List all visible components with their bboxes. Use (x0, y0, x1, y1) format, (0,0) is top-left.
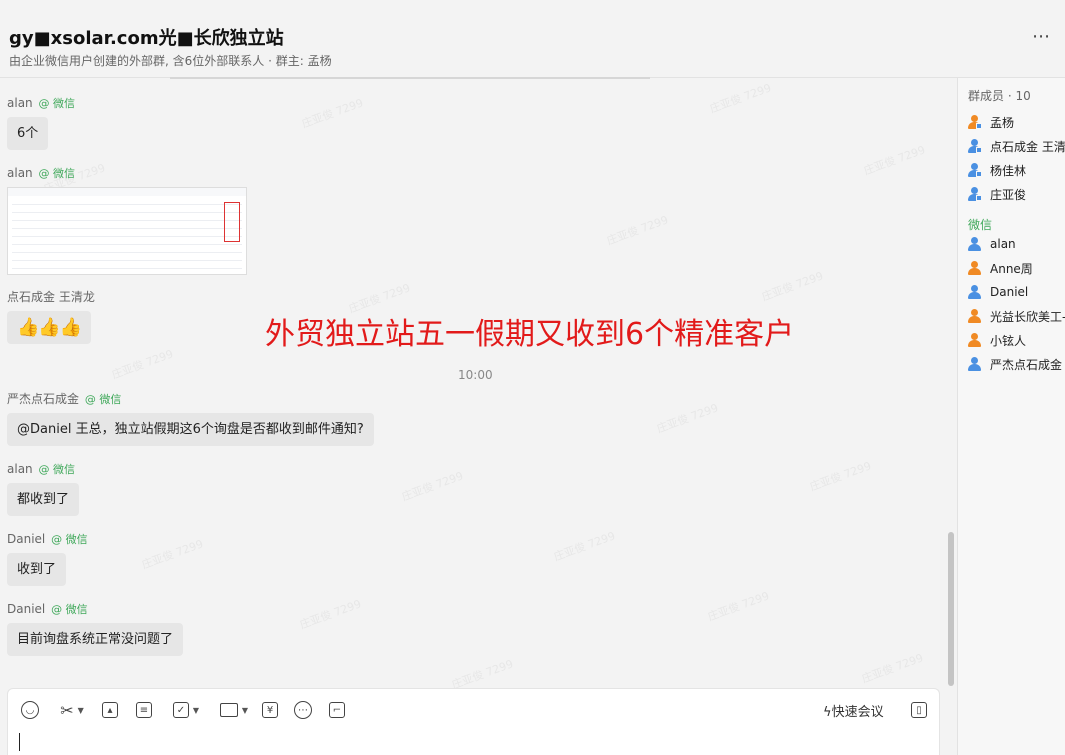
member-icon (968, 237, 982, 251)
message-sender[interactable]: 严杰点石成金 @ 微信 (7, 391, 374, 407)
group-title[interactable]: gy■xsolar.com光■长欣独立站 (9, 24, 284, 50)
member-item[interactable]: alan (968, 234, 1016, 254)
message-composer[interactable]: ◡ ✂ ▼ ▴ ≡ ✓ ▼ ▼ ¥ ⋯ ⌐ ϟ快速会议 ▯ (7, 688, 940, 755)
wechat-group-label: 微信 (968, 218, 993, 232)
lightning-icon: ϟ (823, 705, 832, 720)
member-item[interactable]: 严杰点石成金 (968, 354, 1062, 374)
message-item: alan @ 微信 都收到了 (7, 461, 80, 516)
wechat-tag: @ 微信 (38, 167, 75, 180)
folder-icon[interactable]: ▼ (214, 699, 254, 721)
member-item[interactable]: 小铉人 (968, 330, 1026, 350)
emoji-icon[interactable]: ◡ (20, 699, 40, 721)
message-sender[interactable]: alan @ 微信 (7, 95, 75, 111)
member-count: 群成员 · 10 (968, 89, 1031, 103)
wechat-tag: @ 微信 (51, 533, 88, 546)
more-circle-icon[interactable]: ⋯ (293, 699, 313, 721)
message-item: alan @ 微信 (7, 165, 247, 275)
message-sender[interactable]: alan @ 微信 (7, 165, 247, 181)
member-item[interactable]: Anne周 (968, 258, 1033, 278)
message-bubble[interactable]: 6个 (7, 117, 49, 150)
member-icon (968, 261, 982, 275)
member-icon (968, 357, 982, 371)
message-item: alan @ 微信 6个 (7, 95, 75, 150)
member-icon (968, 309, 982, 323)
screen-icon[interactable]: ⌐ (327, 699, 347, 721)
member-icon (968, 333, 982, 347)
scissors-icon[interactable]: ✂ ▼ (54, 699, 90, 721)
sidebar-toggle-icon[interactable]: ▯ (909, 699, 929, 721)
message-list[interactable]: alan @ 微信 6个 alan @ 微信 点石成金 王清龙 👍👍👍 严杰点石… (0, 79, 957, 687)
member-sidebar: 群成员 · 10 孟杨 点石成金 王清 杨佳林 庄亚俊 微信 alan Anne… (957, 78, 1065, 755)
wechat-tag: @ 微信 (84, 393, 122, 406)
yen-icon[interactable]: ¥ (260, 699, 280, 721)
member-icon (968, 115, 982, 129)
wechat-tag: @ 微信 (38, 463, 75, 476)
quick-meeting-button[interactable]: ϟ快速会议 (823, 701, 884, 720)
wechat-tag: @ 微信 (51, 603, 88, 616)
member-item[interactable]: 孟杨 (968, 112, 1014, 132)
message-item: Daniel @ 微信 目前询盘系统正常没问题了 (7, 601, 184, 656)
scrollbar-thumb[interactable] (948, 532, 954, 686)
message-bubble[interactable]: @Daniel 王总，独立站假期这6个询盘是否都收到邮件通知? (7, 413, 374, 446)
member-item[interactable]: 光益长欣美工- (968, 306, 1065, 326)
message-bubble[interactable]: 都收到了 (7, 483, 80, 516)
member-icon (968, 187, 982, 201)
message-item: 点石成金 王清龙 👍👍👍 (7, 289, 95, 344)
message-sender[interactable]: 点石成金 王清龙 (7, 289, 95, 305)
member-icon (968, 163, 982, 177)
text-cursor (19, 733, 20, 751)
member-icon (968, 139, 982, 153)
message-sender[interactable]: alan @ 微信 (7, 461, 79, 477)
member-item[interactable]: Daniel (968, 282, 1028, 302)
member-item[interactable]: 点石成金 王清 (968, 136, 1065, 156)
message-bubble[interactable]: 👍👍👍 (7, 311, 92, 344)
image-icon[interactable]: ▴ (100, 699, 120, 721)
message-item: 严杰点石成金 @ 微信 @Daniel 王总，独立站假期这6个询盘是否都收到邮件… (7, 391, 374, 446)
message-sender[interactable]: Daniel @ 微信 (7, 531, 88, 547)
message-item: Daniel @ 微信 收到了 (7, 531, 88, 586)
member-item[interactable]: 杨佳林 (968, 160, 1026, 180)
document-icon[interactable]: ≡ (134, 699, 154, 721)
group-subtitle: 由企业微信用户创建的外部群, 含6位外部联系人 · 群主: 孟杨 (9, 54, 332, 68)
wechat-tag: @ 微信 (38, 97, 75, 110)
overlay-banner: 外贸独立站五一假期又收到6个精准客户 (265, 317, 795, 352)
chat-header: gy■xsolar.com光■长欣独立站 由企业微信用户创建的外部群, 含6位外… (0, 0, 1065, 79)
member-item[interactable]: 庄亚俊 (968, 184, 1026, 204)
message-bubble[interactable]: 目前询盘系统正常没问题了 (7, 623, 184, 656)
more-horizontal-icon[interactable]: ⋯ (1032, 26, 1051, 47)
message-bubble[interactable]: 收到了 (7, 553, 67, 586)
time-divider: 10:00 (458, 368, 493, 382)
image-thumbnail[interactable] (7, 187, 247, 275)
task-icon[interactable]: ✓ ▼ (168, 699, 204, 721)
member-icon (968, 285, 982, 299)
message-sender[interactable]: Daniel @ 微信 (7, 601, 183, 617)
